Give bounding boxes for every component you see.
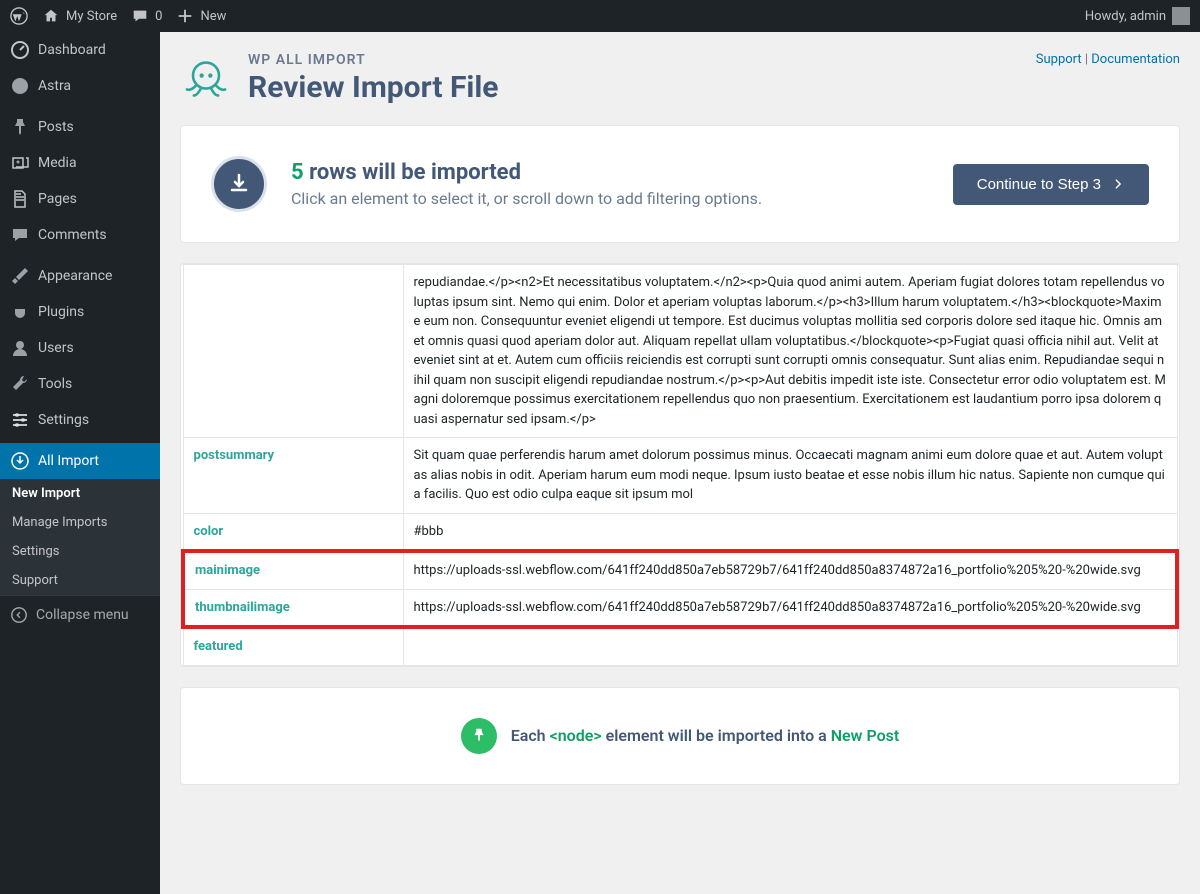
sidebar-item-users[interactable]: Users: [0, 330, 160, 366]
pin-badge: [461, 718, 497, 754]
table-row[interactable]: postsummarySit quam quae perferendis har…: [183, 438, 1177, 514]
admin-sidebar: Dashboard Astra Posts Media Pages Commen…: [0, 32, 160, 894]
pushpin-icon: [470, 727, 488, 745]
node-info-text: Each <node> element will be imported int…: [511, 726, 900, 745]
page-header: WP ALL IMPORT Review Import File Support…: [180, 52, 1180, 125]
data-table: repudiandae.</p><n2>Et necessitatibus vo…: [181, 264, 1179, 666]
data-preview-panel: repudiandae.</p><n2>Et necessitatibus vo…: [180, 263, 1180, 667]
site-name-link[interactable]: My Store: [42, 7, 117, 25]
sidebar-item-dashboard[interactable]: Dashboard: [0, 32, 160, 68]
main-content: WP ALL IMPORT Review Import File Support…: [160, 32, 1200, 894]
astra-icon: [10, 76, 30, 96]
field-key[interactable]: color: [183, 513, 403, 551]
plugin-name: WP ALL IMPORT: [248, 52, 499, 68]
wrench-icon: [10, 374, 30, 394]
summary-hint: Click an element to select it, or scroll…: [291, 189, 762, 208]
admin-topbar: My Store 0 New Howdy, admin: [0, 0, 1200, 32]
media-icon: [10, 153, 30, 173]
plus-icon: [176, 7, 194, 25]
sidebar-sub-settings[interactable]: Settings: [0, 537, 160, 566]
sidebar-sub-new-import[interactable]: New Import: [0, 479, 160, 508]
sidebar-item-plugins[interactable]: Plugins: [0, 294, 160, 330]
comment-icon: [131, 7, 149, 25]
import-icon: [10, 451, 30, 471]
sidebar-item-astra[interactable]: Astra: [0, 68, 160, 104]
page-title: Review Import File: [248, 70, 499, 105]
field-key[interactable]: [183, 265, 403, 438]
plug-icon: [10, 302, 30, 322]
field-value[interactable]: https://uploads-ssl.webflow.com/641ff240…: [403, 551, 1177, 589]
sidebar-item-all-import[interactable]: All Import: [0, 443, 160, 479]
account-link[interactable]: Howdy, admin: [1085, 7, 1190, 25]
field-value[interactable]: Sit quam quae perferendis harum amet dol…: [403, 438, 1177, 514]
documentation-link[interactable]: Documentation: [1091, 52, 1180, 67]
field-key[interactable]: thumbnailimage: [183, 589, 403, 627]
chevron-right-icon: [1111, 177, 1125, 191]
user-icon: [10, 338, 30, 358]
pages-icon: [10, 189, 30, 209]
sidebar-item-media[interactable]: Media: [0, 145, 160, 181]
header-links: Support | Documentation: [1036, 52, 1180, 67]
rows-summary: 5 rows will be imported: [291, 160, 762, 185]
home-icon: [42, 7, 60, 25]
table-row[interactable]: color#bbb: [183, 513, 1177, 551]
field-value[interactable]: repudiandae.</p><n2>Et necessitatibus vo…: [403, 265, 1177, 438]
field-value[interactable]: https://uploads-ssl.webflow.com/641ff240…: [403, 589, 1177, 627]
field-value[interactable]: #bbb: [403, 513, 1177, 551]
summary-panel: 5 rows will be imported Click an element…: [180, 125, 1180, 243]
table-row[interactable]: featured: [183, 627, 1177, 665]
sidebar-sub-manage-imports[interactable]: Manage Imports: [0, 508, 160, 537]
sliders-icon: [10, 410, 30, 430]
table-row[interactable]: thumbnailimagehttps://uploads-ssl.webflo…: [183, 589, 1177, 627]
pin-icon: [10, 117, 30, 137]
sidebar-submenu: New Import Manage Imports Settings Suppo…: [0, 479, 160, 595]
dashboard-icon: [10, 40, 30, 60]
field-value[interactable]: [403, 627, 1177, 665]
sidebar-item-pages[interactable]: Pages: [0, 181, 160, 217]
continue-button[interactable]: Continue to Step 3: [953, 164, 1149, 205]
highlighted-rows: mainimagehttps://uploads-ssl.webflow.com…: [183, 551, 1177, 627]
comments-link[interactable]: 0: [131, 7, 162, 25]
download-icon: [227, 172, 251, 196]
field-key[interactable]: mainimage: [183, 551, 403, 589]
sidebar-item-posts[interactable]: Posts: [0, 109, 160, 145]
node-info-panel: Each <node> element will be imported int…: [180, 687, 1180, 785]
sidebar-item-comments[interactable]: Comments: [0, 217, 160, 253]
support-link[interactable]: Support: [1036, 52, 1082, 67]
download-badge: [211, 156, 267, 212]
field-key[interactable]: featured: [183, 627, 403, 665]
sidebar-sub-support[interactable]: Support: [0, 566, 160, 595]
table-row[interactable]: repudiandae.</p><n2>Et necessitatibus vo…: [183, 265, 1177, 438]
wordpress-icon: [10, 7, 28, 25]
sidebar-item-tools[interactable]: Tools: [0, 366, 160, 402]
avatar: [1172, 7, 1190, 25]
table-row[interactable]: mainimagehttps://uploads-ssl.webflow.com…: [183, 551, 1177, 589]
sidebar-item-appearance[interactable]: Appearance: [0, 258, 160, 294]
collapse-icon: [10, 606, 28, 624]
wp-logo[interactable]: [10, 7, 28, 25]
plugin-logo-icon: [180, 53, 232, 105]
field-key[interactable]: postsummary: [183, 438, 403, 514]
comments-icon: [10, 225, 30, 245]
collapse-menu[interactable]: Collapse menu: [0, 595, 160, 634]
brush-icon: [10, 266, 30, 286]
sidebar-item-settings[interactable]: Settings: [0, 402, 160, 438]
new-link[interactable]: New: [176, 7, 226, 25]
